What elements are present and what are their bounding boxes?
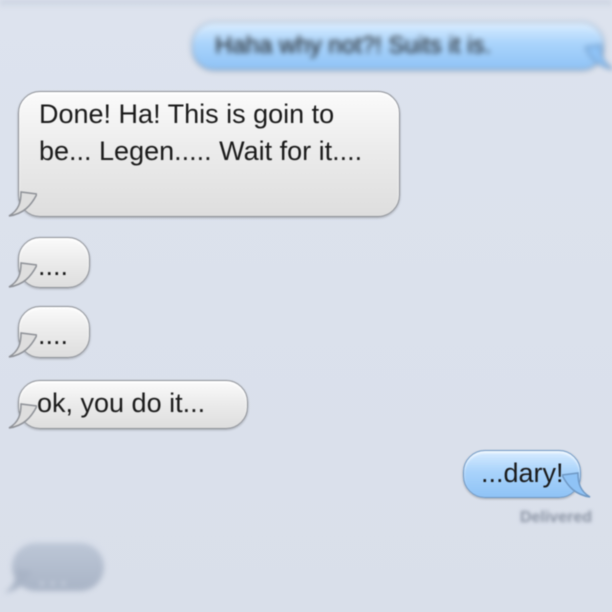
message-text: Haha why not?! Suits it is. xyxy=(215,32,492,59)
message-text: .... xyxy=(38,251,69,281)
message-text: .... xyxy=(38,320,69,350)
typing-dots: ... xyxy=(38,560,71,591)
bubble-tail-icon xyxy=(8,191,37,217)
bubble-tail-icon xyxy=(562,472,591,498)
message-text: ...dary! xyxy=(481,458,564,488)
message-text: ok, you do it... xyxy=(37,388,206,418)
bubble-tail-icon xyxy=(8,262,37,288)
message-text: Done! Ha! This is goin to be... Legen...… xyxy=(39,99,363,166)
delivered-status: Delivered xyxy=(519,509,592,526)
bubble-tail-icon xyxy=(8,332,37,358)
top-fade xyxy=(0,0,612,8)
bubble-tail-icon xyxy=(585,44,612,70)
bubble-tail-icon xyxy=(4,569,32,593)
received-message-bubble[interactable]: ok, you do it... xyxy=(8,380,248,429)
sent-message-bubble[interactable]: Haha why not?! Suits it is. xyxy=(192,22,612,70)
bubble-tail-icon xyxy=(8,403,37,429)
conversation-view: Haha why not?! Suits it is. Done! Ha! Th… xyxy=(0,0,612,612)
received-message-bubble[interactable]: Done! Ha! This is goin to be... Legen...… xyxy=(8,91,400,217)
sent-message-bubble[interactable]: ...dary! xyxy=(463,450,591,498)
received-message-bubble[interactable]: .... xyxy=(8,306,90,358)
typing-indicator: ... xyxy=(4,543,104,593)
received-message-bubble[interactable]: .... xyxy=(8,237,90,288)
